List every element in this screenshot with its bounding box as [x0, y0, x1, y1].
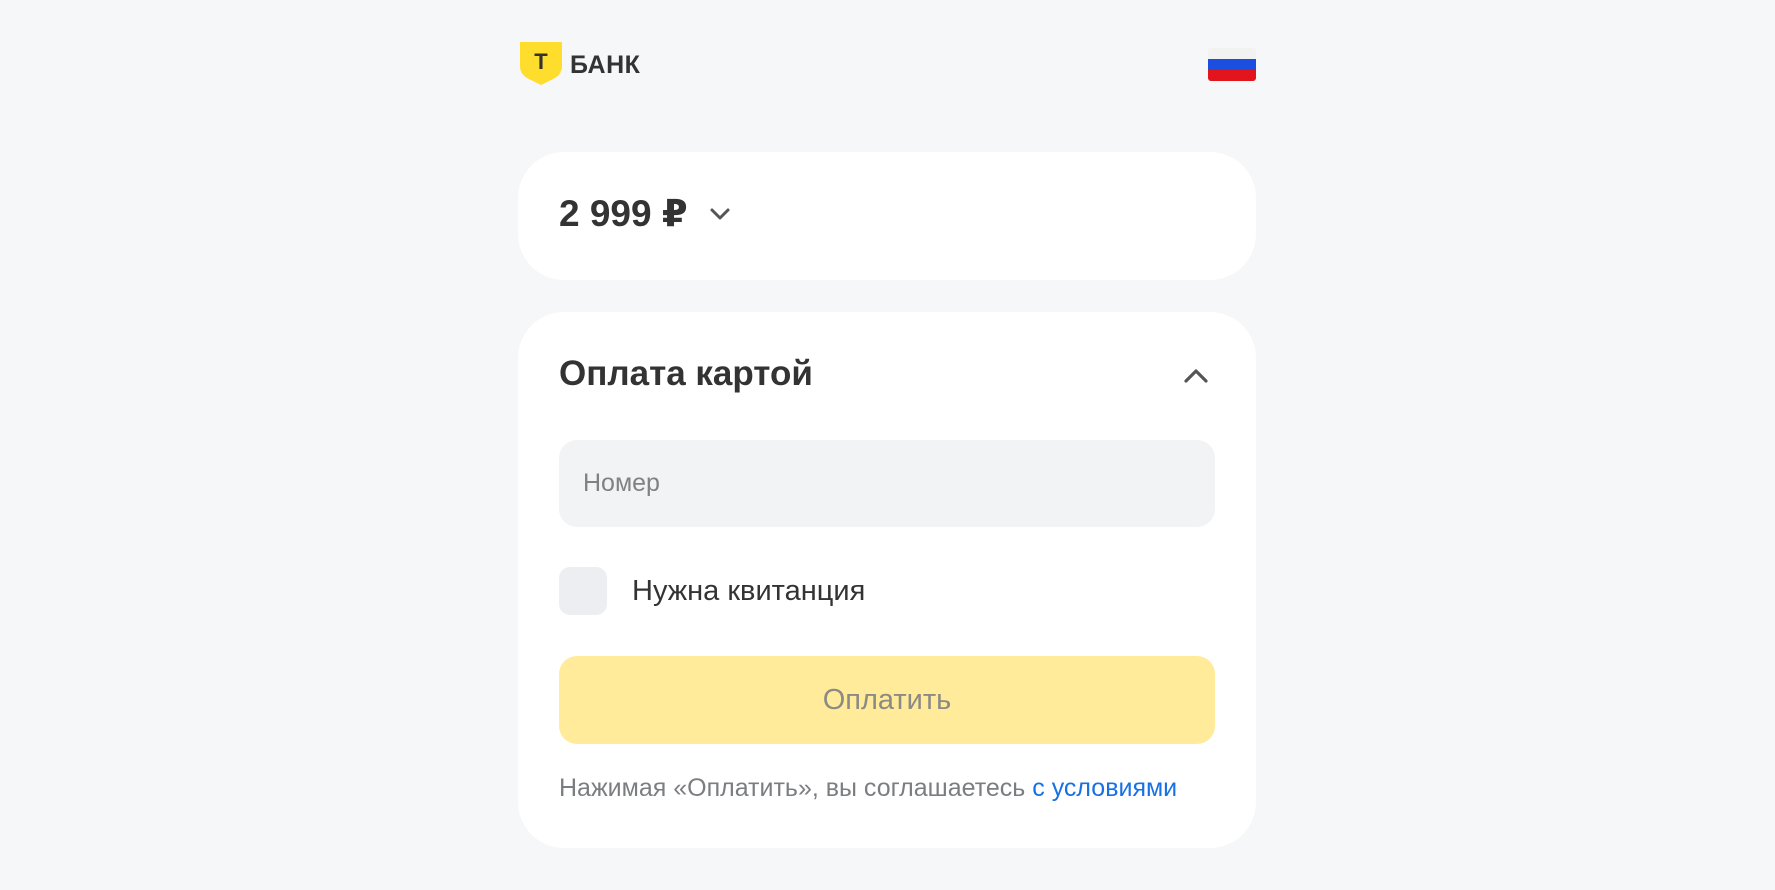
receipt-checkbox-row[interactable]: Нужна квитанция	[559, 567, 865, 615]
terms-text: Нажимая «Оплатить», вы соглашаетесь	[559, 774, 1026, 802]
shield-logo-icon: Т	[520, 42, 562, 85]
pay-button[interactable]: Оплатить	[559, 656, 1215, 744]
flag-stripe-red	[1208, 70, 1256, 81]
amount-toggle[interactable]: 2 999 ₽	[559, 192, 732, 235]
receipt-checkbox[interactable]	[559, 567, 607, 615]
card-number-input[interactable]	[559, 440, 1215, 527]
card-payment-card: Оплата картой Нужна квитанция Оплатить Н…	[518, 312, 1256, 848]
language-flag-button[interactable]	[1208, 48, 1256, 81]
payment-amount: 2 999 ₽	[559, 193, 688, 234]
amount-card: 2 999 ₽	[518, 152, 1256, 280]
chevron-up-icon[interactable]	[1182, 362, 1210, 390]
receipt-label: Нужна квитанция	[632, 574, 866, 607]
header: Т БАНК	[520, 42, 1256, 88]
terms-link[interactable]: с условиями	[1032, 774, 1177, 802]
chevron-down-icon	[710, 208, 730, 219]
section-title: Оплата картой	[559, 354, 813, 393]
logo-letter: Т	[534, 49, 548, 74]
bank-logo[interactable]: Т БАНК	[520, 42, 640, 88]
flag-stripe-white	[1208, 48, 1256, 59]
brand-name: БАНК	[570, 50, 641, 79]
terms-notice: Нажимая «Оплатить», вы соглашаетесь с ус…	[559, 774, 1177, 803]
flag-stripe-blue	[1208, 59, 1256, 70]
payment-page: Т БАНК 2 999 ₽ Оплата картой Нужна квита…	[0, 0, 1775, 890]
